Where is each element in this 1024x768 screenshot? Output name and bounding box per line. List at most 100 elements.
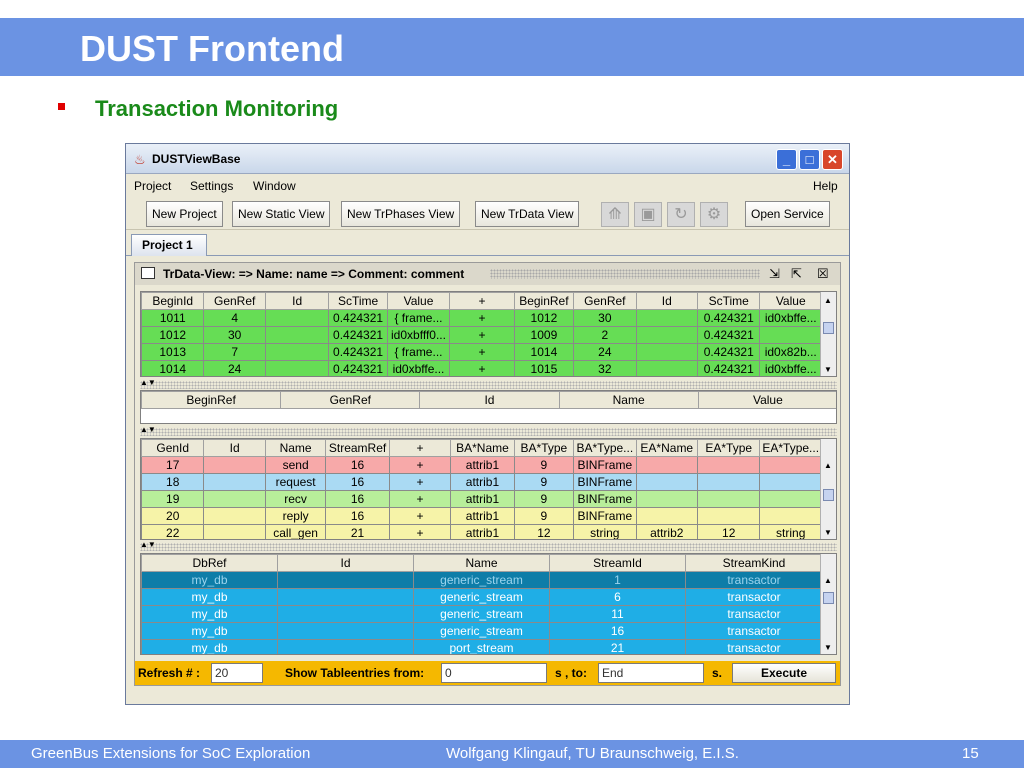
column-header[interactable]: Name (558, 391, 699, 409)
column-header[interactable]: + (388, 439, 452, 457)
frame-icon (141, 267, 155, 279)
new-project-button[interactable]: New Project (146, 201, 223, 227)
from-input[interactable]: 0 (441, 663, 547, 683)
table-cell: + (388, 456, 452, 474)
split-divider[interactable]: ▲▼ (140, 425, 837, 436)
menu-settings[interactable]: Settings (190, 179, 233, 193)
table1-scrollbar[interactable]: ▲ ▼ (820, 292, 836, 376)
table-cell (264, 309, 330, 327)
column-header[interactable]: Value (386, 292, 451, 310)
column-header[interactable]: StreamKind (685, 554, 823, 572)
table-cell (264, 360, 330, 376)
column-header[interactable]: Name (413, 554, 550, 572)
table-cell: 30 (203, 326, 266, 344)
table-cell (203, 490, 266, 508)
table-row[interactable]: 1011 4 0.424321{ frame... +1012 30 0.424321 id… (141, 309, 822, 327)
table-cell (635, 309, 699, 327)
column-header[interactable]: Name (264, 439, 327, 457)
column-header[interactable]: Id (203, 439, 266, 457)
table-cell (759, 490, 822, 508)
table-row[interactable]: 17 send 16 + attrib1 9 BINFrame (141, 456, 822, 474)
column-header[interactable]: DbRef (141, 554, 278, 572)
column-header[interactable]: Id (635, 292, 699, 310)
toolbar: New Project New Static View New TrPhases… (126, 198, 849, 230)
table-row[interactable]: my_db generic_stream 6 transactor (141, 588, 823, 606)
table-row[interactable]: my_db generic_stream 1 transactor (141, 571, 823, 589)
column-header[interactable]: EA*Type (696, 439, 761, 457)
gear-icon[interactable]: ⚙ (700, 202, 728, 227)
table-cell: 16 (325, 456, 390, 474)
column-header[interactable]: + (449, 292, 515, 310)
table-cell: + (449, 360, 515, 376)
column-header[interactable]: Id (419, 391, 560, 409)
begin-end-table: BeginId GenRef Id ScTime Value + BeginRef GenRe… (140, 291, 837, 377)
column-header[interactable]: BA*Type (513, 439, 575, 457)
column-header[interactable]: Value (697, 391, 836, 409)
maximize-button[interactable]: □ (799, 149, 820, 170)
table-row[interactable]: 19 recv 16 + attrib1 9 BINFrame (141, 490, 822, 508)
table-row[interactable]: my_db port_stream 21 transactor (141, 639, 823, 654)
column-header[interactable]: GenRef (280, 391, 421, 409)
table-row[interactable]: 22 call_gen 21 + attrib1 12 string attrib2 12 str… (141, 524, 822, 539)
column-header[interactable]: BeginId (141, 292, 205, 310)
table-cell (277, 639, 414, 654)
refresh-input[interactable]: 20 (211, 663, 263, 683)
column-header[interactable]: ScTime (328, 292, 388, 310)
table-row[interactable]: 18 request 16 + attrib1 9 BINFrame (141, 473, 822, 491)
column-header[interactable]: GenRef (573, 292, 637, 310)
new-static-view-button[interactable]: New Static View (232, 201, 331, 227)
save-icon[interactable]: ▣ (634, 202, 662, 227)
column-header[interactable]: Id (277, 554, 414, 572)
close-frame-icon[interactable]: ☒ (817, 266, 829, 282)
column-header[interactable]: EA*Name (635, 439, 698, 457)
iconify-icon[interactable]: ⇲ (769, 266, 780, 282)
menu-window[interactable]: Window (253, 179, 296, 193)
menu-project[interactable]: Project (134, 179, 171, 193)
tree-icon[interactable]: ⟰ (601, 202, 629, 227)
tab-project-1[interactable]: Project 1 (131, 234, 207, 256)
table-row[interactable]: 1013 7 0.424321{ frame... +1014 24 0.424321 id… (141, 343, 822, 361)
column-header[interactable]: StreamRef (325, 439, 390, 457)
column-header[interactable]: StreamId (549, 554, 686, 572)
restore-icon[interactable]: ⇱ (791, 266, 802, 282)
table-cell: 1014 (513, 343, 575, 361)
table3-scrollbar[interactable]: ▲ ▼ (820, 439, 836, 539)
menu-bar: Project Settings Window Help (126, 175, 849, 197)
column-header[interactable]: ScTime (696, 292, 761, 310)
table-cell: + (449, 309, 515, 327)
table-cell (759, 326, 822, 344)
column-header[interactable]: BA*Name (450, 439, 515, 457)
column-header[interactable]: BeginRef (513, 292, 575, 310)
column-header[interactable]: GenId (141, 439, 205, 457)
menu-help[interactable]: Help (813, 179, 838, 193)
table-cell: { frame... (386, 343, 451, 361)
table-cell: 30 (573, 309, 637, 327)
open-service-button[interactable]: Open Service (745, 201, 830, 227)
new-trdata-view-button[interactable]: New TrData View (475, 201, 580, 227)
table-cell: { frame... (386, 309, 451, 327)
table-cell: my_db (141, 622, 278, 640)
table-row[interactable]: 20 reply 16 + attrib1 9 BINFrame (141, 507, 822, 525)
column-header[interactable]: BA*Type... (573, 439, 637, 457)
column-header[interactable]: EA*Type... (759, 439, 822, 457)
minimize-button[interactable]: _ (776, 149, 797, 170)
split-divider[interactable]: ▲▼ (140, 540, 837, 551)
column-header[interactable]: BeginRef (141, 391, 282, 409)
column-header[interactable]: Id (264, 292, 330, 310)
table4-scrollbar[interactable]: ▲ ▼ (820, 554, 836, 654)
refresh-icon[interactable]: ↻ (667, 202, 695, 227)
table-row[interactable]: 1014 24 0.424321 id0xbffe... +1015 32 0.424321… (141, 360, 822, 376)
close-button[interactable]: ✕ (822, 149, 843, 170)
table-row[interactable]: my_db generic_stream 16 transactor (141, 622, 823, 640)
table-cell: attrib1 (450, 456, 515, 474)
new-trphases-view-button[interactable]: New TrPhases View (341, 201, 461, 227)
split-divider[interactable]: ▲▼ (140, 378, 837, 389)
column-header[interactable]: Value (759, 292, 822, 310)
to-input[interactable]: End (598, 663, 704, 683)
execute-button[interactable]: Execute (732, 663, 836, 683)
table-cell (759, 456, 822, 474)
column-header[interactable]: GenRef (203, 292, 266, 310)
table-row[interactable]: my_db generic_stream 11 transactor (141, 605, 823, 623)
table-row[interactable]: 1012 30 0.424321 id0xbfff0... +1009 2 0.424321 (141, 326, 822, 344)
table-cell: string (759, 524, 822, 539)
